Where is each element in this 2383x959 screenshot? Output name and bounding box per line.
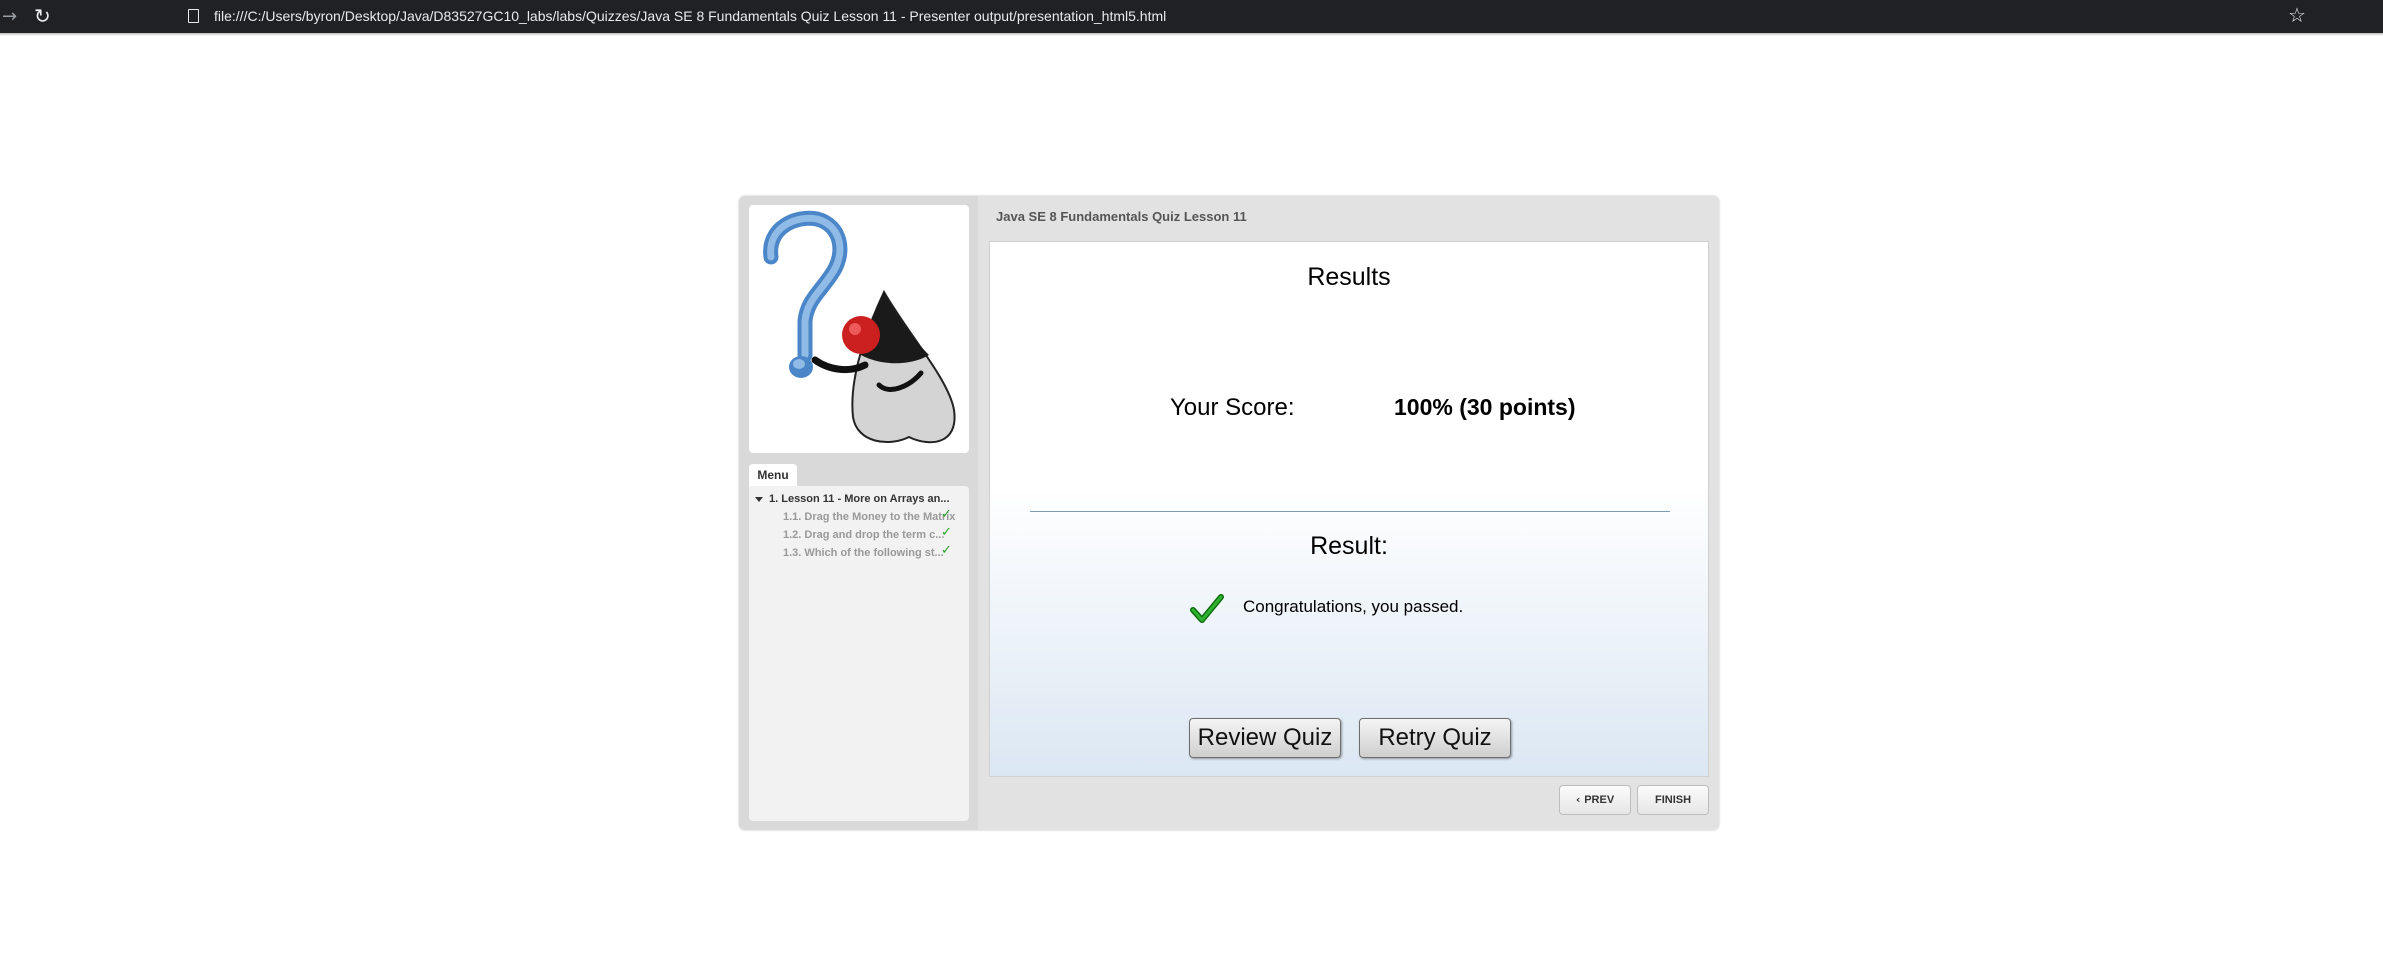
menu-item-1-2[interactable]: 1.2. Drag and drop the term c... [783, 529, 963, 541]
chevron-left-icon: ‹ [1575, 793, 1585, 806]
file-icon [188, 9, 199, 23]
pass-check-icon [1190, 594, 1224, 623]
result-message: Congratulations, you passed. [1243, 597, 1464, 616]
divider [1030, 511, 1670, 512]
back-arrow-icon[interactable]: → [2, 6, 17, 27]
results-slide: Results Your Score: 100% (30 points) Res… [989, 241, 1709, 777]
prev-button[interactable]: ‹ PREV [1559, 785, 1631, 815]
duke-logo [749, 205, 969, 453]
address-bar[interactable]: file:///C:/Users/byron/Desktop/Java/D835… [214, 8, 1166, 24]
browser-toolbar: → ↻ file:///C:/Users/byron/Desktop/Java/… [0, 0, 2383, 33]
completed-check-icon: ✓ [941, 507, 952, 522]
tab-menu[interactable]: Menu [749, 464, 797, 486]
toolbar-shadow [0, 33, 2383, 36]
expand-triangle-icon[interactable] [755, 496, 763, 502]
menu-section-lesson-11[interactable]: 1. Lesson 11 - More on Arrays an... [755, 493, 965, 505]
quiz-player: Menu 1. Lesson 11 - More on Arrays an...… [739, 196, 1719, 830]
presentation-title: Java SE 8 Fundamentals Quiz Lesson 11 [996, 209, 1247, 224]
completed-check-icon: ✓ [941, 543, 952, 558]
score-label: Your Score: [1170, 394, 1295, 421]
menu-item-1-3[interactable]: 1.3. Which of the following st... [783, 547, 963, 559]
bookmark-star-icon[interactable]: ☆ [2288, 3, 2306, 27]
retry-quiz-button[interactable]: Retry Quiz [1359, 718, 1511, 758]
duke-question-mark-image [763, 210, 956, 444]
menu-section-label: 1. Lesson 11 - More on Arrays an... [769, 493, 950, 505]
result-heading: Result: [1310, 532, 1388, 560]
score-value: 100% (30 points) [1394, 394, 1576, 420]
menu-item-1-1[interactable]: 1.1. Drag the Money to the Matrix [783, 511, 963, 523]
finish-button[interactable]: FINISH [1637, 785, 1709, 815]
completed-check-icon: ✓ [941, 525, 952, 540]
prev-label: PREV [1584, 794, 1615, 806]
review-quiz-button[interactable]: Review Quiz [1189, 718, 1341, 758]
results-heading: Results [1307, 263, 1391, 291]
sidebar: Menu 1. Lesson 11 - More on Arrays an...… [739, 196, 978, 830]
menu-panel: 1. Lesson 11 - More on Arrays an... 1.1.… [749, 486, 969, 821]
reload-icon[interactable]: ↻ [34, 4, 51, 28]
